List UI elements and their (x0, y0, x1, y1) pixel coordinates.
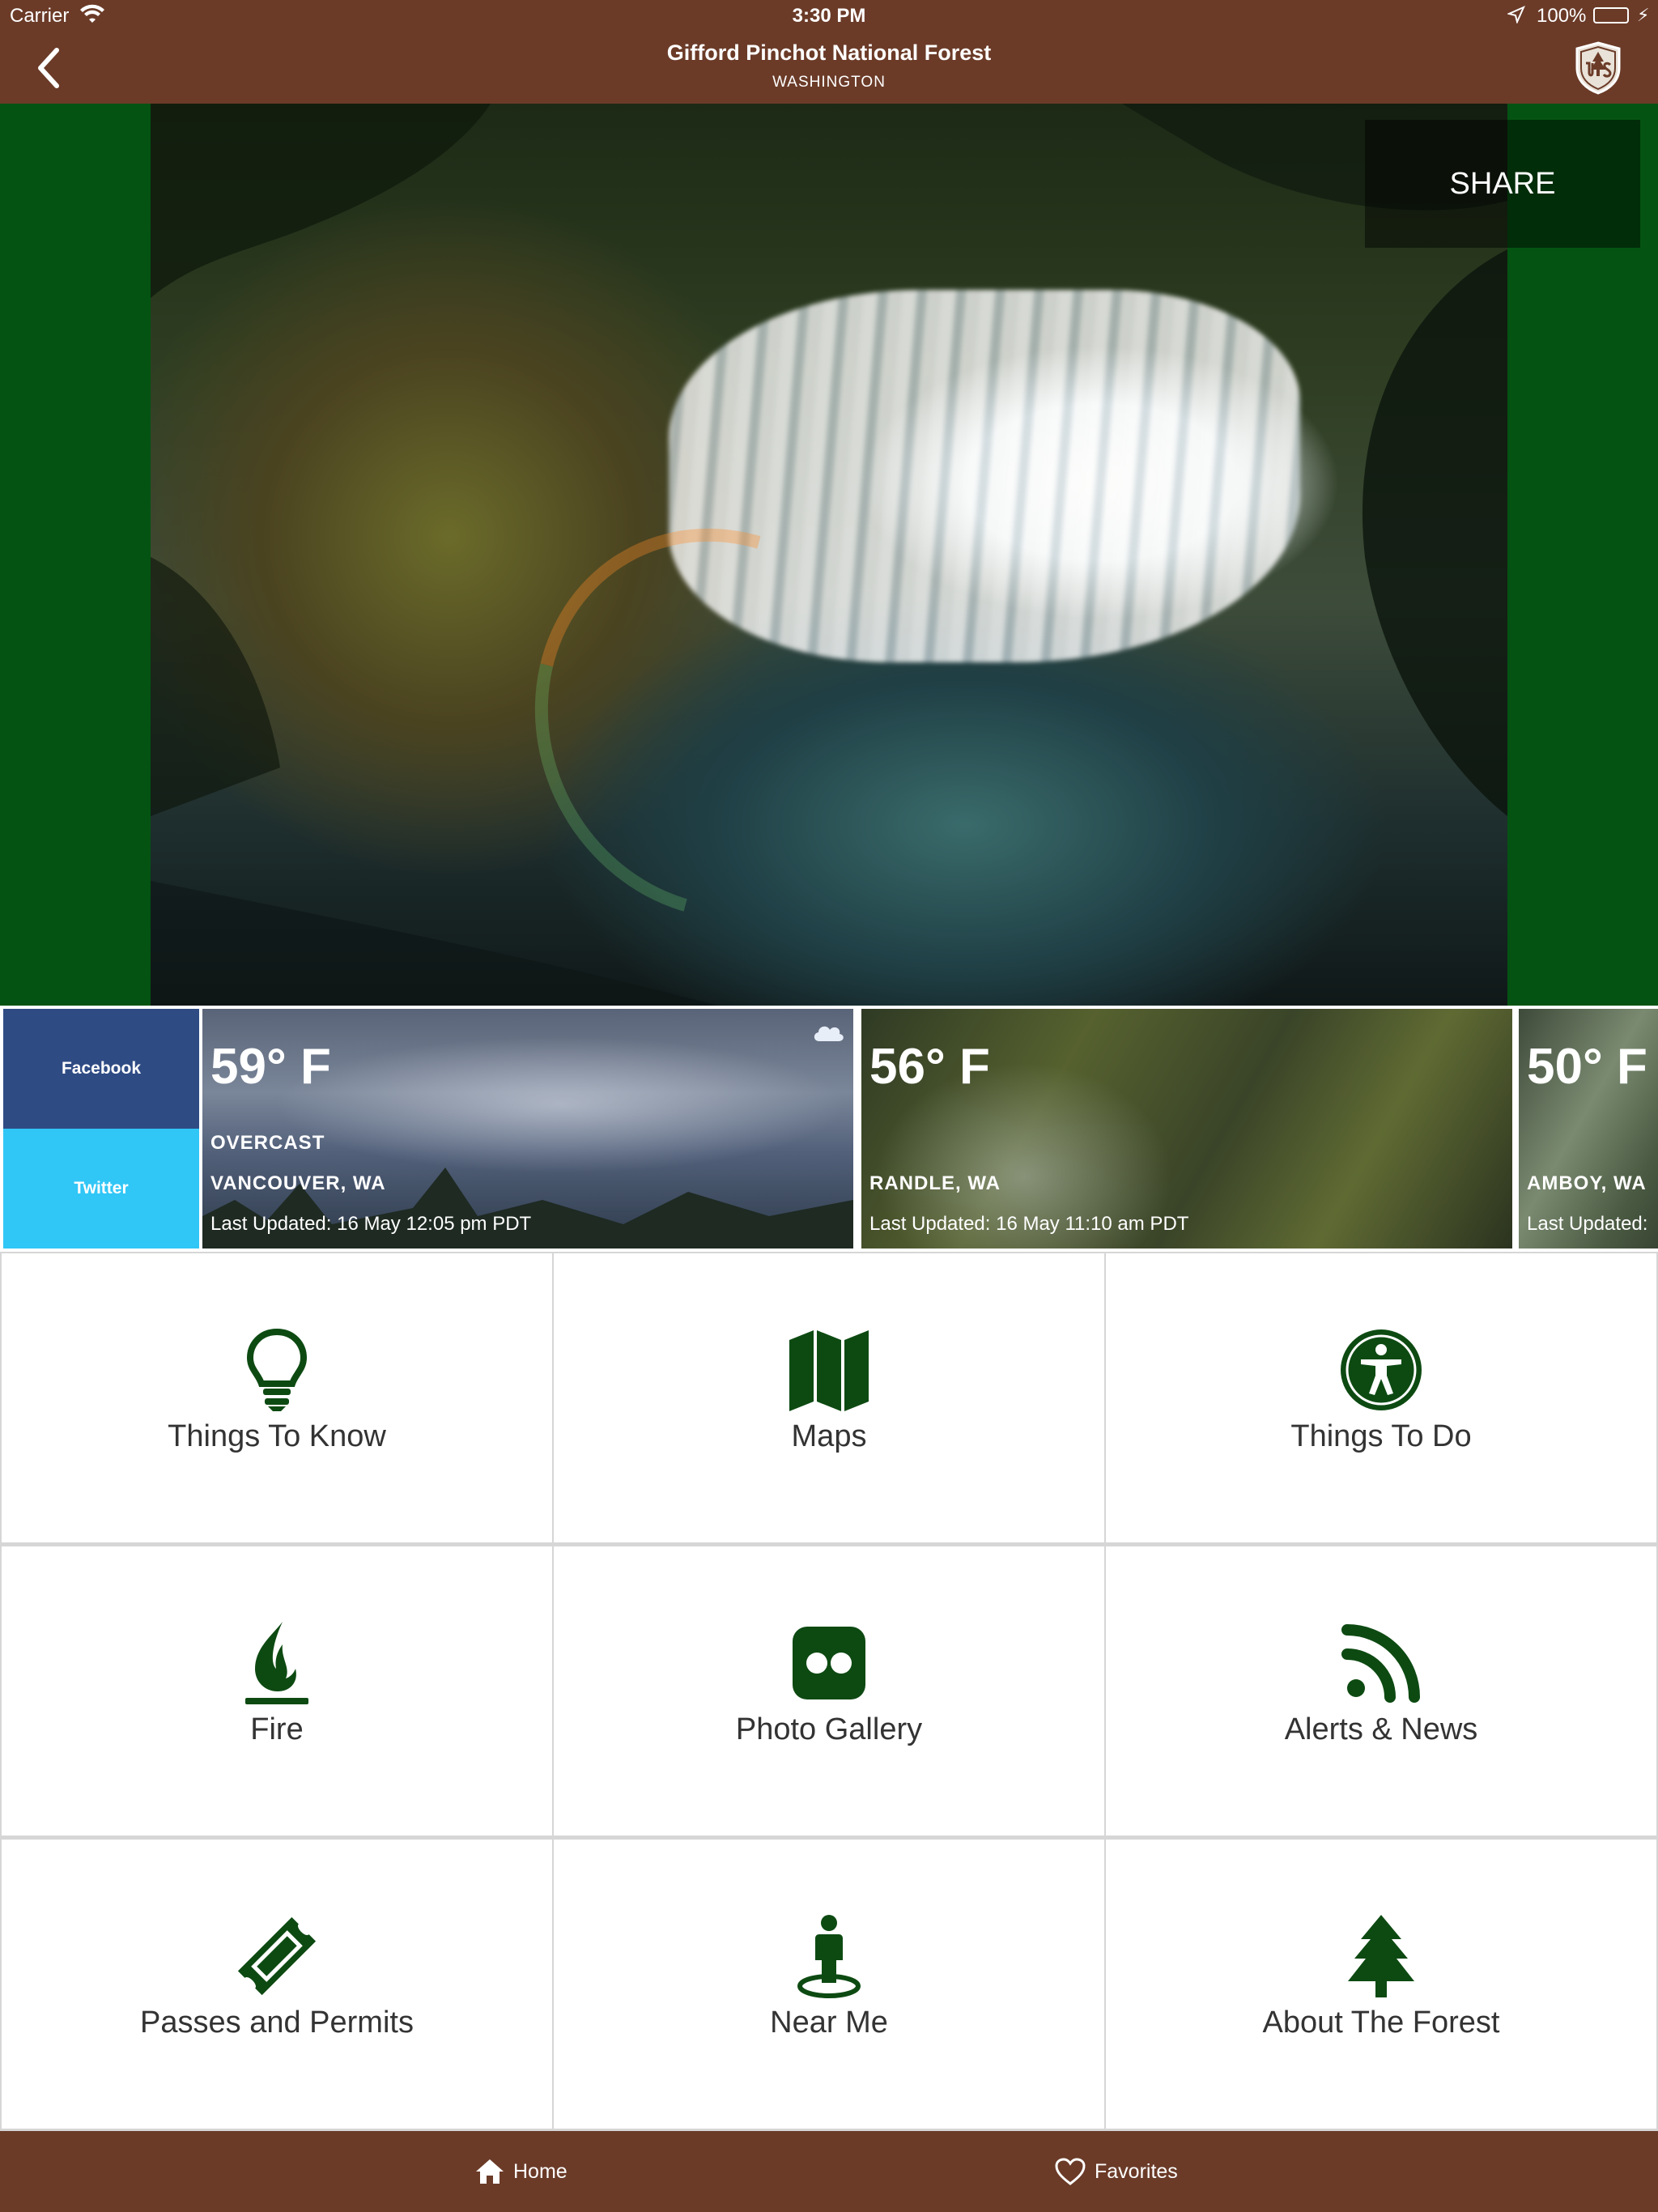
menu-photo-gallery[interactable]: Photo Gallery (554, 1546, 1104, 1836)
menu-label: Fire (250, 1712, 304, 1746)
location-arrow-icon (1507, 6, 1525, 23)
menu-label: About The Forest (1262, 2006, 1500, 2040)
menu-grid: Things To Know Maps Things To Do Fire Ph… (0, 1252, 1658, 2131)
menu-maps[interactable]: Maps (554, 1253, 1104, 1542)
map-icon (789, 1330, 869, 1411)
weather-city: RANDLE, WA (869, 1172, 1001, 1194)
menu-label: Alerts & News (1284, 1712, 1478, 1746)
rss-icon (1341, 1624, 1420, 1703)
tab-bar: Home Favorites (0, 2131, 1658, 2212)
social-links: Facebook Twitter (3, 1009, 199, 1249)
status-bar: Carrier 3:30 PM 100% ⚡ (0, 0, 1658, 32)
home-icon (476, 2159, 504, 2184)
tab-label: Favorites (1095, 2159, 1178, 2183)
tab-label: Home (513, 2159, 568, 2183)
menu-label: Passes and Permits (140, 2006, 414, 2040)
battery-percent: 100% (1537, 5, 1587, 27)
battery-icon (1593, 7, 1629, 23)
menu-label: Near Me (770, 2006, 888, 2040)
page-subtitle: WASHINGTON (772, 74, 886, 91)
weather-updated: Last Updated: 16 May 11:10 am PDT (869, 1213, 1189, 1235)
info-strip: Facebook Twitter 59° F OVERCAST VANCOUVE… (0, 1006, 1658, 1252)
branch-silhouettes (151, 104, 1507, 1006)
hero-photo (151, 104, 1507, 1006)
menu-alerts-news[interactable]: Alerts & News (1106, 1546, 1656, 1836)
share-button[interactable]: SHARE (1365, 120, 1640, 248)
weather-card[interactable]: 56° F RANDLE, WA Last Updated: 16 May 11… (861, 1009, 1512, 1249)
weather-city: VANCOUVER, WA (210, 1172, 386, 1194)
menu-fire[interactable]: Fire (2, 1546, 552, 1836)
menu-label: Photo Gallery (735, 1712, 923, 1746)
tab-home[interactable]: Home (474, 2131, 568, 2212)
facebook-button[interactable]: Facebook (3, 1009, 199, 1129)
menu-passes-permits[interactable]: Passes and Permits (2, 1840, 552, 2129)
menu-near-me[interactable]: Near Me (554, 1840, 1104, 2129)
fire-icon (245, 1622, 308, 1704)
ticket-icon (237, 1916, 317, 1996)
weather-city: AMBOY, WA (1527, 1172, 1647, 1194)
menu-things-to-do[interactable]: Things To Do (1106, 1253, 1656, 1542)
lightbulb-icon (246, 1328, 308, 1411)
weather-temperature: 59° F (210, 1039, 331, 1095)
menu-label: Things To Know (168, 1419, 386, 1453)
weather-updated: Last Updated: 16 May 12:05 pm PDT (210, 1213, 532, 1235)
navigation-bar: Gifford Pinchot National Forest WASHINGT… (0, 32, 1658, 104)
menu-things-to-know[interactable]: Things To Know (2, 1253, 552, 1542)
menu-label: Maps (791, 1419, 867, 1453)
heart-icon (1055, 2158, 1086, 2185)
forest-service-shield-icon (1575, 41, 1621, 95)
charging-icon: ⚡ (1637, 5, 1650, 25)
weather-updated: Last Updated: (1527, 1213, 1648, 1235)
accessibility-icon (1341, 1329, 1422, 1410)
tab-favorites[interactable]: Favorites (1054, 2131, 1178, 2212)
person-pin-icon (797, 1915, 861, 1998)
page-title: Gifford Pinchot National Forest (666, 40, 992, 65)
flickr-icon (793, 1627, 865, 1699)
weather-card[interactable]: 59° F OVERCAST VANCOUVER, WA Last Update… (202, 1009, 853, 1249)
clock: 3:30 PM (792, 5, 866, 27)
weather-temperature: 56° F (869, 1039, 990, 1095)
cloud-icon (814, 1026, 844, 1041)
weather-card[interactable]: 50° F AMBOY, WA Last Updated: (1519, 1009, 1658, 1249)
menu-about-forest[interactable]: About The Forest (1106, 1840, 1656, 2129)
menu-label: Things To Do (1290, 1419, 1472, 1453)
twitter-button[interactable]: Twitter (3, 1129, 199, 1249)
weather-temperature: 50° F (1527, 1039, 1647, 1095)
tree-icon (1348, 1915, 1414, 1997)
weather-condition: OVERCAST (210, 1132, 325, 1154)
